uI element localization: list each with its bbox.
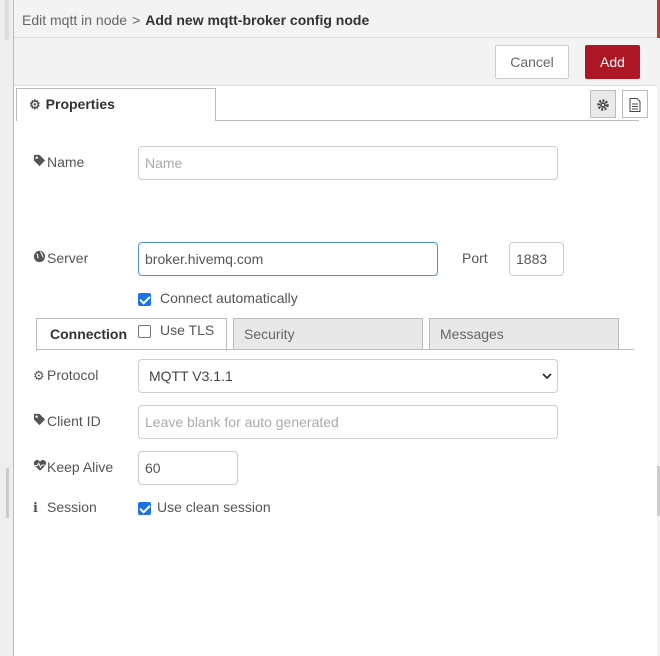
keep-alive-input[interactable]: 60 [138,451,238,485]
clean-session-label: Use clean session [157,499,271,515]
name-label: Name [33,154,84,170]
tab-messages[interactable]: Messages [429,318,619,350]
name-label-text: Name [47,154,85,170]
use-tls-label: Use TLS [160,322,215,338]
client-id-input[interactable]: Leave blank for auto generated [138,405,558,439]
keep-alive-label: Keep Alive [33,459,113,475]
heartbeat-icon [33,459,47,475]
globe-icon [33,250,47,266]
session-label-text: Session [47,499,97,515]
left-sidebar-edge [0,0,14,656]
use-tls-checkbox[interactable] [138,325,151,338]
client-id-label: Client ID [33,413,101,429]
edit-dialog: Edit mqtt in node > Add new mqtt-broker co… [14,0,657,656]
connect-automatically-label: Connect automatically [160,290,298,306]
clean-session-checkbox[interactable] [138,502,151,515]
breadcrumb-parent[interactable]: Edit mqtt in node [22,12,127,28]
server-input[interactable]: broker.hivemq.com [138,242,438,276]
dialog-tabs: ⚙ Properties [14,86,657,122]
breadcrumb-separator: > [132,12,141,28]
add-button[interactable]: Add [585,45,640,79]
sidebar-nub [5,0,9,40]
client-id-label-text: Client ID [47,413,101,429]
protocol-select-value: MQTT V3.1.1 [149,368,233,384]
session-label: i Session [33,499,97,516]
gear-icon: ⚙ [33,368,45,383]
tag-icon [33,154,47,170]
chevron-down-icon [542,361,552,393]
protocol-label: ⚙ Protocol [33,367,98,384]
name-input[interactable]: Name [138,146,558,180]
breadcrumb: Edit mqtt in node > Add new mqtt-broker co… [14,0,657,38]
gear-icon: ⚙ [29,97,41,112]
document-icon [629,98,641,113]
protocol-label-text: Protocol [47,367,99,383]
inner-tabs-underline [36,349,634,350]
connect-automatically-checkbox[interactable] [138,293,151,306]
port-label: Port [462,250,488,266]
cancel-button[interactable]: Cancel [495,45,569,79]
keep-alive-label-text: Keep Alive [47,459,114,475]
tab-properties[interactable]: ⚙ Properties [16,88,216,121]
left-resize-handle[interactable] [6,468,9,518]
port-input[interactable]: 1883 [509,242,564,276]
server-label: Server [33,250,88,266]
gear-icon [597,99,609,111]
server-label-text: Server [47,250,89,266]
info-icon: i [33,501,38,516]
protocol-select[interactable]: MQTT V3.1.1 [138,359,558,393]
tag-icon [33,413,47,429]
breadcrumb-current: Add new mqtt-broker config node [145,12,370,28]
tab-settings[interactable] [590,90,616,118]
tab-description[interactable] [622,90,648,118]
dialog-toolbar: Cancel Add [14,38,657,86]
tab-properties-label: Properties [45,96,115,112]
tab-security[interactable]: Security [233,318,423,350]
